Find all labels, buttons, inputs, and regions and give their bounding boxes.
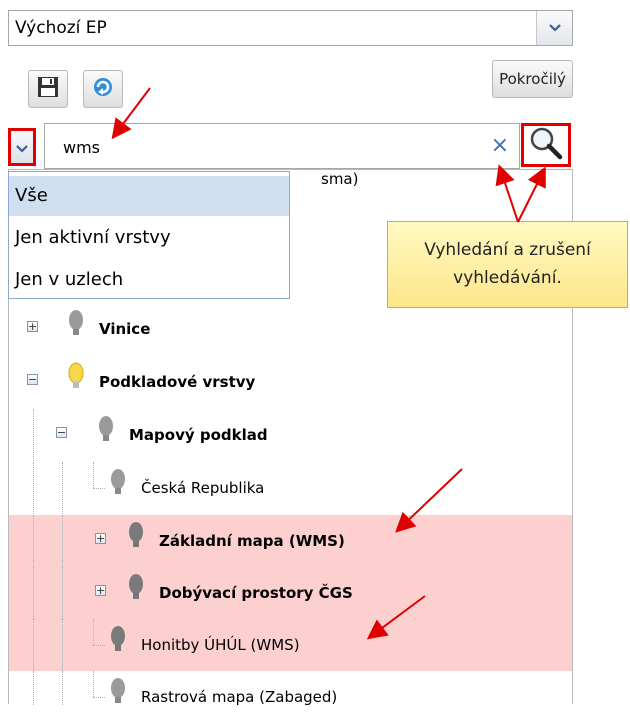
arrow-to-search-input [111,87,151,140]
arrow-to-honitby [366,595,426,640]
annotation-arrows [111,87,546,640]
arrow-to-search-button [517,166,546,223]
arrow-to-zakladni-mapa [395,468,463,533]
arrow-to-clear-icon [495,164,519,223]
